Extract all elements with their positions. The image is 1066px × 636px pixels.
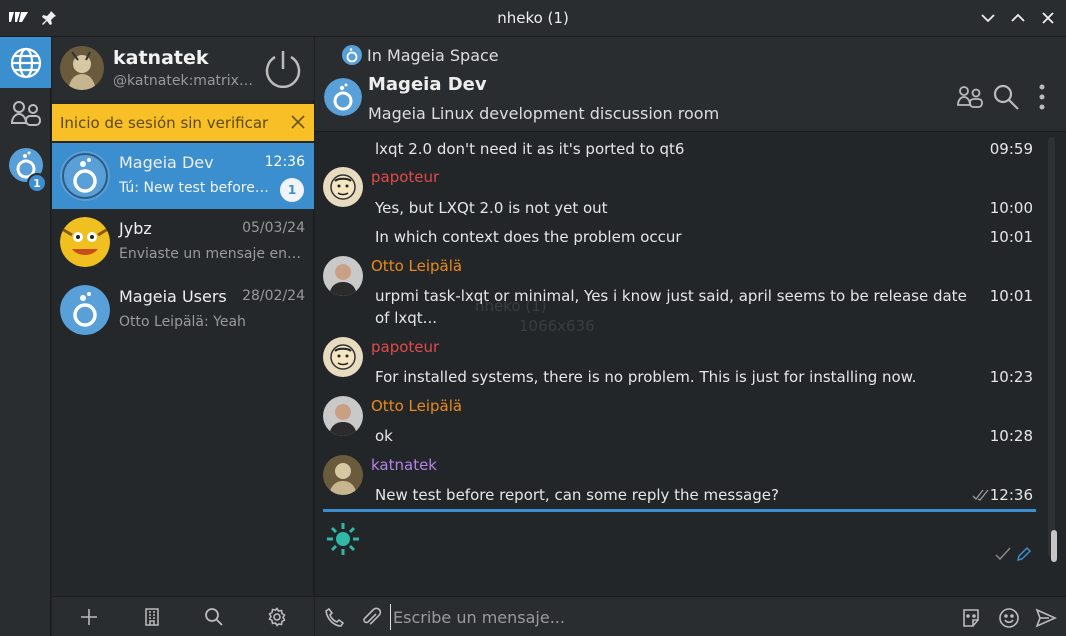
gear-icon[interactable] [267, 607, 287, 627]
avatar[interactable] [323, 455, 363, 495]
room-name: Jybz [119, 219, 152, 238]
mageia-space-icon [342, 45, 362, 65]
scrollbar-thumb[interactable] [1051, 530, 1057, 562]
search-icon[interactable] [992, 83, 1020, 111]
space-label: In Mageia Space [367, 45, 499, 65]
avatar[interactable] [323, 396, 363, 436]
avatar[interactable] [323, 256, 363, 296]
room-time: 12:36 [264, 154, 305, 170]
sticker-icon[interactable] [960, 607, 982, 629]
unread-badge: 1 [280, 178, 304, 202]
own-avatar-icon [323, 519, 363, 559]
room-avatar-icon [60, 217, 110, 267]
message-time: 10:23 [989, 368, 1033, 386]
space-rail: 1 [0, 37, 51, 636]
message-time: 12:36 [989, 486, 1033, 504]
avatar[interactable] [323, 167, 363, 207]
message-sender[interactable]: Otto Leipälä [371, 397, 462, 415]
paperclip-icon[interactable] [360, 607, 382, 629]
chevron-up-icon[interactable] [1008, 8, 1028, 28]
message-timeline[interactable]: nheko (1) 1066x636 lxqt 2.0 don't need i… [315, 133, 1066, 593]
room-last-message: Otto Leipälä: Yeah [119, 314, 246, 330]
parent-space-link[interactable]: In Mageia Space [342, 45, 499, 65]
building-icon[interactable] [142, 607, 162, 627]
room-last-message: Enviaste un mensaje encri... [119, 246, 303, 262]
unverified-session-banner[interactable]: Inicio de sesión sin verificar [52, 104, 314, 141]
window-title: nheko (1) [497, 9, 569, 27]
title-bar: nheko (1) [0, 0, 1066, 37]
phone-icon[interactable] [324, 607, 346, 629]
check-icon [995, 547, 1011, 561]
mageia-space-icon[interactable]: 1 [0, 139, 51, 193]
scrollbar-track[interactable] [1048, 137, 1055, 557]
message-body: Yes, but LXQt 2.0 is not yet out [375, 199, 608, 217]
room-last-message: Tú: New test before re... [119, 180, 271, 196]
send-icon[interactable] [1035, 607, 1057, 629]
message-time: 10:01 [989, 287, 1033, 305]
message-body: lxqt 2.0 don't need it as it's ported to… [375, 140, 685, 158]
power-icon[interactable] [264, 48, 302, 89]
more-options-icon[interactable] [1028, 83, 1056, 111]
close-icon[interactable] [291, 115, 305, 129]
message-input[interactable]: Escribe un mensaje... [390, 604, 950, 630]
room-item-jybz[interactable]: Jybz 05/03/24 Enviaste un mensaje encri.… [52, 209, 314, 275]
members-icon[interactable] [956, 83, 984, 111]
message-sender[interactable]: papoteur [371, 168, 439, 186]
unread-badge: 1 [27, 173, 47, 193]
search-icon[interactable] [204, 607, 224, 627]
room-topic: Mageia Linux development discussion room [368, 104, 720, 123]
room-item-mageia-users[interactable]: Mageia Users 28/02/24 Otto Leipälä: Yeah [52, 277, 314, 343]
message-body: urpmi task-lxqt or minimal, Yes i know j… [375, 287, 967, 305]
emoji-icon[interactable] [998, 607, 1020, 629]
message-time: 09:59 [989, 140, 1033, 158]
message-body: For installed systems, there is no probl… [375, 368, 917, 386]
room-list-footer [52, 596, 314, 636]
room-avatar-icon[interactable] [324, 78, 362, 116]
room-time: 05/03/24 [242, 220, 305, 236]
plus-icon[interactable] [79, 607, 99, 627]
user-info-header: katnatek @katnatek:matrix.... [52, 37, 314, 100]
people-icon[interactable] [0, 88, 51, 139]
room-name: Mageia Dev [119, 153, 214, 172]
edit-pencil-icon[interactable] [1016, 546, 1032, 562]
user-id: @katnatek:matrix.... [113, 73, 255, 89]
close-icon[interactable] [1038, 8, 1058, 28]
message-body: ok [375, 427, 393, 445]
avatar[interactable] [323, 337, 363, 377]
message-body-continued: of lxqt... [375, 309, 437, 327]
room-time: 28/02/24 [242, 288, 305, 304]
message-sender[interactable]: katnatek [371, 456, 437, 474]
room-name: Mageia Users [119, 287, 227, 306]
user-display-name: katnatek [113, 47, 209, 69]
read-receipt-icon [972, 488, 990, 502]
room-avatar-icon [60, 285, 110, 335]
message-sender[interactable]: Otto Leipälä [371, 257, 462, 275]
message-body: New test before report, can some reply t… [375, 486, 779, 504]
globe-icon[interactable] [0, 37, 51, 88]
avatar[interactable] [60, 46, 104, 90]
chevron-down-icon[interactable] [978, 8, 998, 28]
banner-text: Inicio de sesión sin verificar [60, 114, 269, 132]
read-marker-line [323, 509, 1036, 512]
message-body: In which context does the problem occur [375, 228, 682, 246]
message-time: 10:01 [989, 228, 1033, 246]
room-header: In Mageia Space Mageia Dev Mageia Linux … [315, 37, 1066, 132]
room-title[interactable]: Mageia Dev [368, 74, 487, 95]
room-list-panel: katnatek @katnatek:matrix.... Inicio de … [52, 37, 314, 636]
room-avatar-icon [60, 151, 110, 201]
message-time: 10:28 [989, 427, 1033, 445]
chat-panel: In Mageia Space Mageia Dev Mageia Linux … [315, 37, 1066, 636]
watermark-size: 1066x636 [519, 317, 595, 335]
message-input-bar: Escribe un mensaje... [315, 596, 1066, 636]
message-time: 10:00 [989, 199, 1033, 217]
room-item-mageia-dev[interactable]: Mageia Dev 12:36 Tú: New test before re.… [52, 143, 314, 209]
message-sender[interactable]: papoteur [371, 338, 439, 356]
